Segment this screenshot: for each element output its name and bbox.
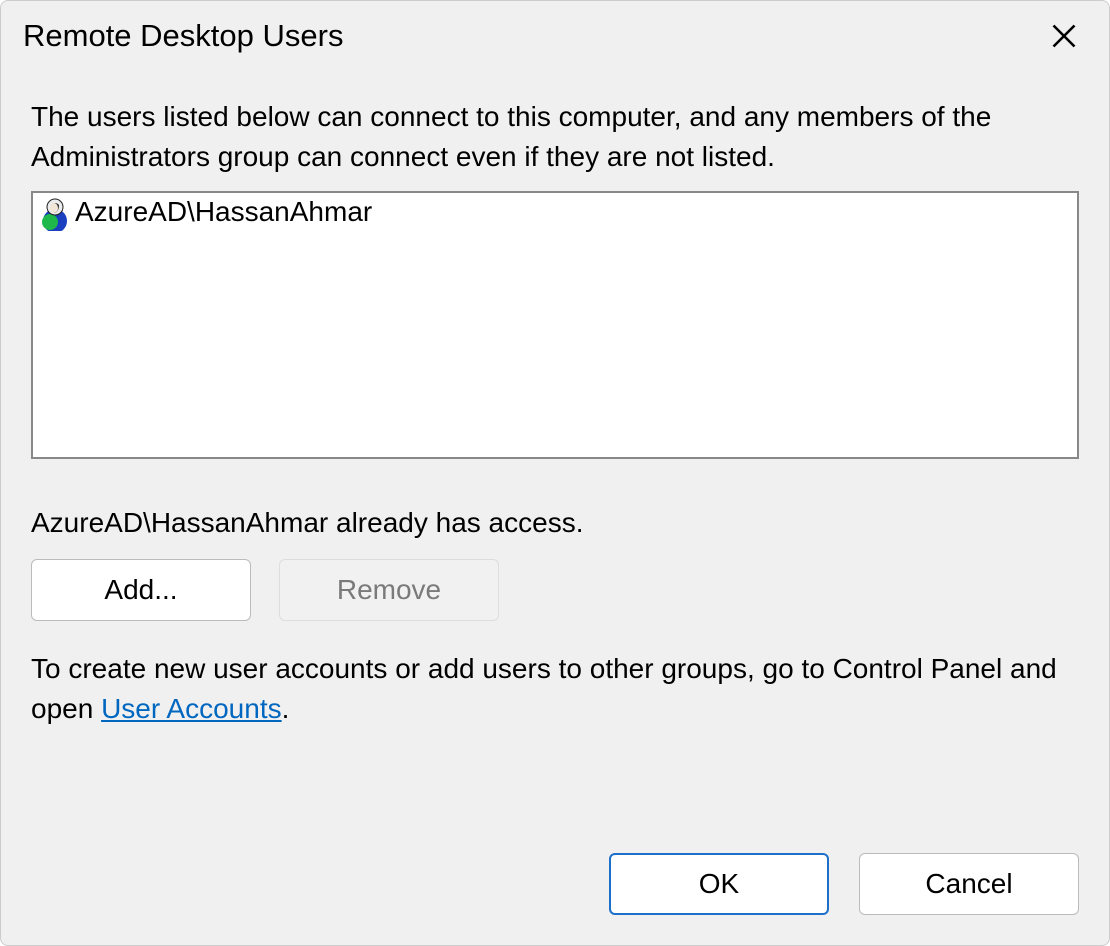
list-item-label: AzureAD\HassanAhmar <box>75 197 372 228</box>
help-text-suffix: . <box>282 693 290 724</box>
remove-button[interactable]: Remove <box>279 559 499 621</box>
ok-button[interactable]: OK <box>609 853 829 915</box>
titlebar: Remote Desktop Users <box>1 1 1109 77</box>
description-text: The users listed below can connect to th… <box>31 97 1079 177</box>
list-item[interactable]: AzureAD\HassanAhmar <box>37 195 1073 231</box>
users-listbox[interactable]: AzureAD\HassanAhmar <box>31 191 1079 459</box>
dialog-content: The users listed below can connect to th… <box>1 77 1109 853</box>
user-accounts-link[interactable]: User Accounts <box>101 693 282 724</box>
add-remove-row: Add... Remove <box>31 559 1079 621</box>
remote-desktop-users-dialog: Remote Desktop Users The users listed be… <box>0 0 1110 946</box>
dialog-title: Remote Desktop Users <box>23 18 343 54</box>
footer-buttons: OK Cancel <box>1 853 1109 945</box>
help-text: To create new user accounts or add users… <box>31 649 1079 730</box>
access-status-text: AzureAD\HassanAhmar already has access. <box>31 507 1079 539</box>
close-button[interactable] <box>1041 13 1087 59</box>
user-icon <box>37 195 73 231</box>
add-button[interactable]: Add... <box>31 559 251 621</box>
cancel-button[interactable]: Cancel <box>859 853 1079 915</box>
close-icon <box>1050 22 1078 50</box>
